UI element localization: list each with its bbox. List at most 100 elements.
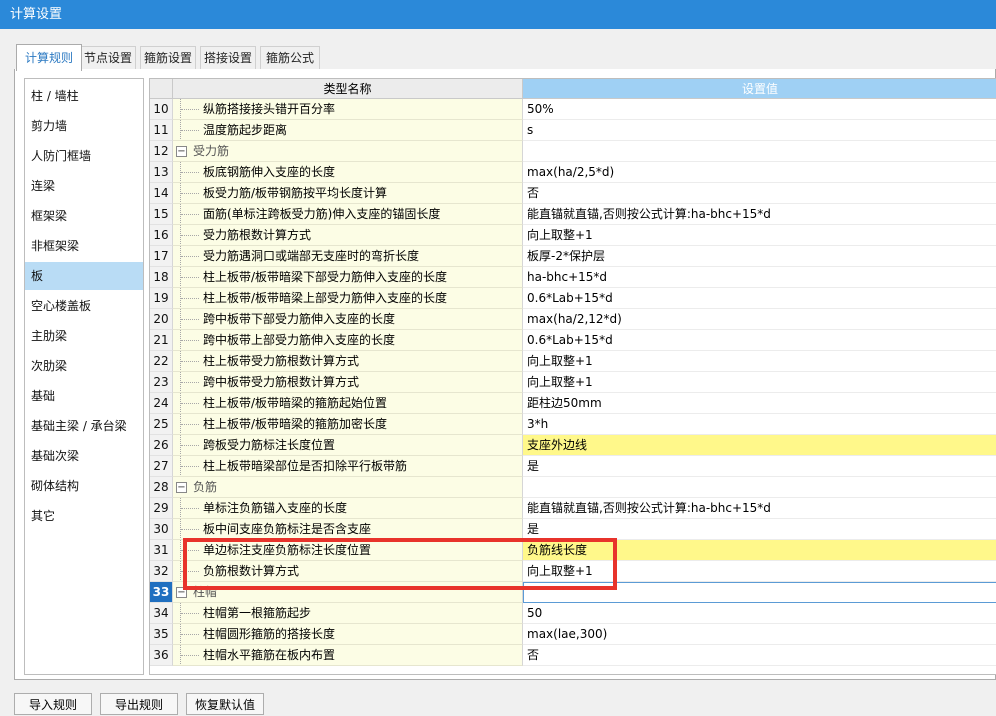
sidebar-item-foundation[interactable]: 基础 <box>25 382 143 410</box>
table-row[interactable]: 19 柱上板带/板带暗梁上部受力筋伸入支座的长度 0.6*Lab+15*d <box>150 288 996 309</box>
setting-value-cell[interactable]: 向上取整+1 <box>523 225 996 246</box>
row-number[interactable]: 12 <box>150 141 173 162</box>
collapse-minus-icon[interactable]: − <box>176 587 187 598</box>
table-row[interactable]: 35 柱帽圆形箍筋的搭接长度 max(lae,300) <box>150 624 996 645</box>
setting-value-cell[interactable]: 向上取整+1 <box>523 351 996 372</box>
row-number[interactable]: 29 <box>150 498 173 519</box>
table-row[interactable]: 14 板受力筋/板带钢筋按平均长度计算 否 <box>150 183 996 204</box>
sidebar-item-shear-wall[interactable]: 剪力墙 <box>25 112 143 140</box>
setting-value-cell[interactable]: 是 <box>523 456 996 477</box>
table-row[interactable]: 16 受力筋根数计算方式 向上取整+1 <box>150 225 996 246</box>
row-number[interactable]: 23 <box>150 372 173 393</box>
tab-node-settings[interactable]: 节点设置 <box>80 46 136 70</box>
table-row[interactable]: 11 温度筋起步距离 s <box>150 120 996 141</box>
setting-value-cell[interactable]: 3*h <box>523 414 996 435</box>
tab-stirrup-formula[interactable]: 箍筋公式 <box>260 46 320 70</box>
sidebar-item-secondary-rib-beam[interactable]: 次肋梁 <box>25 352 143 380</box>
setting-value-cell[interactable]: 能直锚就直锚,否则按公式计算:ha-bhc+15*d <box>523 204 996 225</box>
tab-stirrup-settings[interactable]: 箍筋设置 <box>140 46 196 70</box>
row-number[interactable]: 32 <box>150 561 173 582</box>
row-number[interactable]: 10 <box>150 99 173 120</box>
setting-value-cell[interactable]: s <box>523 120 996 141</box>
table-row[interactable]: 25 柱上板带/板带暗梁的箍筋加密长度 3*h <box>150 414 996 435</box>
sidebar-item-non-frame-beam[interactable]: 非框架梁 <box>25 232 143 260</box>
tab-lap-settings[interactable]: 搭接设置 <box>200 46 256 70</box>
sidebar-item-main-rib-beam[interactable]: 主肋梁 <box>25 322 143 350</box>
sidebar-item-slab[interactable]: 板 <box>25 262 143 290</box>
table-row[interactable]: 34 柱帽第一根箍筋起步 50 <box>150 603 996 624</box>
collapse-minus-icon[interactable]: − <box>176 146 187 157</box>
table-row[interactable]: 31 单边标注支座负筋标注长度位置 负筋线长度 <box>150 540 996 561</box>
column-header-setting-value[interactable]: 设置值 <box>523 79 996 99</box>
setting-value-cell[interactable] <box>523 477 996 498</box>
column-header-type-name[interactable]: 类型名称 <box>173 79 523 99</box>
row-number[interactable]: 30 <box>150 519 173 540</box>
setting-value-cell[interactable]: 向上取整+1 <box>523 372 996 393</box>
export-rules-button[interactable]: 导出规则 <box>100 693 178 715</box>
row-number[interactable]: 15 <box>150 204 173 225</box>
row-number[interactable]: 18 <box>150 267 173 288</box>
row-number[interactable]: 16 <box>150 225 173 246</box>
table-row[interactable]: 24 柱上板带/板带暗梁的箍筋起始位置 距柱边50mm <box>150 393 996 414</box>
sidebar-item-other[interactable]: 其它 <box>25 502 143 530</box>
table-row[interactable]: 36 柱帽水平箍筋在板内布置 否 <box>150 645 996 666</box>
row-number[interactable]: 34 <box>150 603 173 624</box>
row-number[interactable]: 14 <box>150 183 173 204</box>
row-number[interactable]: 17 <box>150 246 173 267</box>
row-number[interactable]: 20 <box>150 309 173 330</box>
row-number[interactable]: 24 <box>150 393 173 414</box>
sidebar-item-masonry-structure[interactable]: 砌体结构 <box>25 472 143 500</box>
row-number[interactable]: 36 <box>150 645 173 666</box>
setting-value-cell[interactable]: ha-bhc+15*d <box>523 267 996 288</box>
row-number[interactable]: 21 <box>150 330 173 351</box>
table-row[interactable]: 27 柱上板带暗梁部位是否扣除平行板带筋 是 <box>150 456 996 477</box>
row-number[interactable]: 19 <box>150 288 173 309</box>
table-row[interactable]: 10 纵筋搭接接头错开百分率 50% <box>150 99 996 120</box>
sidebar-item-civil-defense-door-wall[interactable]: 人防门框墙 <box>25 142 143 170</box>
setting-value-cell[interactable]: 是 <box>523 519 996 540</box>
sidebar-item-foundation-secondary-beam[interactable]: 基础次梁 <box>25 442 143 470</box>
sidebar-item-coupling-beam[interactable]: 连梁 <box>25 172 143 200</box>
row-number[interactable]: 22 <box>150 351 173 372</box>
row-number[interactable]: 31 <box>150 540 173 561</box>
table-row[interactable]: 15 面筋(单标注跨板受力筋)伸入支座的锚固长度 能直锚就直锚,否则按公式计算:ha… <box>150 204 996 225</box>
setting-value-cell[interactable] <box>523 141 996 162</box>
table-row[interactable]: 17 受力筋遇洞口或端部无支座时的弯折长度 板厚-2*保护层 <box>150 246 996 267</box>
collapse-minus-icon[interactable]: − <box>176 482 187 493</box>
group-row[interactable]: 12− 受力筋 <box>150 141 996 162</box>
setting-value-cell[interactable]: max(ha/2,5*d) <box>523 162 996 183</box>
row-number[interactable]: 28 <box>150 477 173 498</box>
row-number[interactable]: 25 <box>150 414 173 435</box>
row-number[interactable]: 33 <box>150 582 173 603</box>
group-row[interactable]: 33− 柱帽 <box>150 582 996 603</box>
table-row[interactable]: 30 板中间支座负筋标注是否含支座 是 <box>150 519 996 540</box>
setting-value-cell[interactable]: 50% <box>523 99 996 120</box>
table-row[interactable]: 29 单标注负筋锚入支座的长度 能直锚就直锚,否则按公式计算:ha-bhc+15*d <box>150 498 996 519</box>
table-row[interactable]: 18 柱上板带/板带暗梁下部受力筋伸入支座的长度 ha-bhc+15*d <box>150 267 996 288</box>
table-row[interactable]: 23 跨中板带受力筋根数计算方式 向上取整+1 <box>150 372 996 393</box>
row-number[interactable]: 27 <box>150 456 173 477</box>
setting-value-cell[interactable]: 0.6*Lab+15*d <box>523 330 996 351</box>
restore-defaults-button[interactable]: 恢复默认值 <box>186 693 264 715</box>
group-row[interactable]: 28− 负筋 <box>150 477 996 498</box>
sidebar-item-hollow-floor-slab[interactable]: 空心楼盖板 <box>25 292 143 320</box>
sidebar-item-frame-beam[interactable]: 框架梁 <box>25 202 143 230</box>
setting-value-cell[interactable]: 板厚-2*保护层 <box>523 246 996 267</box>
table-row[interactable]: 13 板底钢筋伸入支座的长度 max(ha/2,5*d) <box>150 162 996 183</box>
setting-value-cell[interactable] <box>523 582 996 603</box>
import-rules-button[interactable]: 导入规则 <box>14 693 92 715</box>
setting-value-cell[interactable]: 能直锚就直锚,否则按公式计算:ha-bhc+15*d <box>523 498 996 519</box>
setting-value-cell[interactable]: 否 <box>523 183 996 204</box>
setting-value-cell[interactable]: max(lae,300) <box>523 624 996 645</box>
setting-value-cell[interactable]: max(ha/2,12*d) <box>523 309 996 330</box>
setting-value-cell[interactable]: 否 <box>523 645 996 666</box>
table-row[interactable]: 32 负筋根数计算方式 向上取整+1 <box>150 561 996 582</box>
row-number[interactable]: 26 <box>150 435 173 456</box>
tab-calc-rules[interactable]: 计算规则 <box>16 44 82 71</box>
setting-value-cell[interactable]: 50 <box>523 603 996 624</box>
row-number[interactable]: 11 <box>150 120 173 141</box>
setting-value-cell[interactable]: 负筋线长度 <box>523 540 996 561</box>
table-row[interactable]: 26 跨板受力筋标注长度位置 支座外边线 <box>150 435 996 456</box>
sidebar-item-foundation-main-beam[interactable]: 基础主梁 / 承台梁 <box>25 412 143 440</box>
setting-value-cell[interactable]: 支座外边线 <box>523 435 996 456</box>
